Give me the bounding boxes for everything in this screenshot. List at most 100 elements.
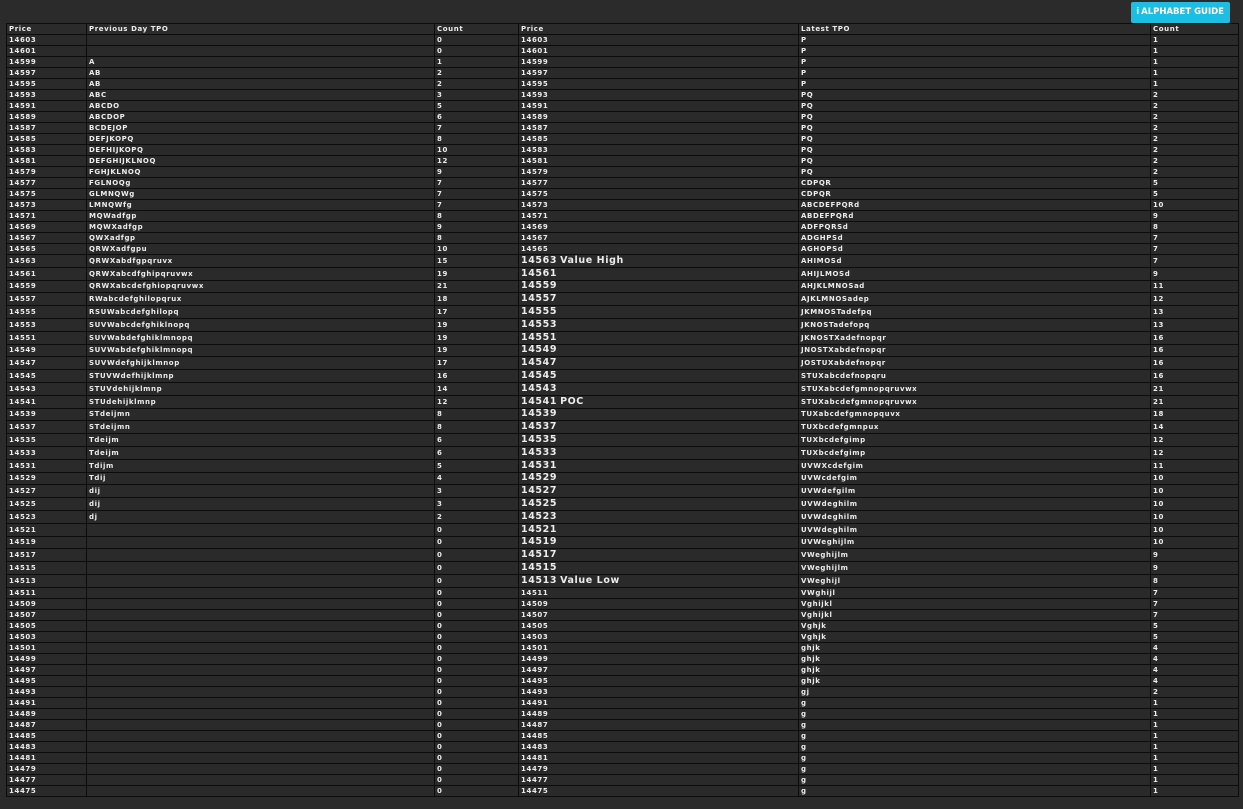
- price-latest-value: 14509: [521, 599, 549, 608]
- table-row: 14499 0 14499 ghjk 4: [6, 652, 1239, 665]
- price-latest-value: 14603: [521, 36, 549, 44]
- price-latest-value: 14599: [521, 58, 549, 66]
- previous-tpo-cell: [86, 561, 435, 575]
- count-latest-cell: 9: [1150, 210, 1239, 222]
- price-latest-value: 14547: [521, 357, 558, 369]
- price-latest-value: 14523: [521, 510, 558, 522]
- latest-tpo-cell: CDPQR: [798, 177, 1151, 189]
- previous-tpo-cell: QRWXabdfgpqruvx: [86, 254, 435, 268]
- latest-tpo-cell: g: [798, 740, 1151, 753]
- latest-tpo-cell: Vghijkl: [798, 608, 1151, 621]
- tpo-table-body: 14603 0 14603 P 1 14601 0 14601 P 1 14599 A 1 14599 P 1…: [6, 34, 1239, 797]
- previous-tpo-cell: [86, 663, 435, 676]
- count-latest-cell: 12: [1150, 445, 1239, 460]
- table-row: 14583 DEFHIJKOPQ 10 14583 PQ 2: [6, 144, 1239, 156]
- price-previous-cell: 14597: [6, 67, 87, 79]
- latest-tpo-cell: P: [798, 56, 1151, 68]
- previous-tpo-cell: DEFGHIJKLNOQ: [86, 155, 435, 167]
- price-previous-cell: 14495: [6, 674, 87, 687]
- alphabet-guide-button[interactable]: i ALPHABET GUIDE: [1131, 2, 1230, 23]
- price-latest-value: 14513: [521, 574, 558, 586]
- count-previous-cell: 12: [434, 155, 519, 167]
- price-latest-value: 14479: [521, 764, 549, 773]
- count-latest-cell: 5: [1150, 630, 1239, 643]
- count-previous-cell: 6: [434, 445, 519, 460]
- latest-tpo-cell: AHIJLMOSd: [798, 266, 1151, 281]
- latest-tpo-cell: CDPQR: [798, 188, 1151, 200]
- table-row: 14491 0 14491 g 1: [6, 696, 1239, 709]
- price-latest-cell: 14561: [518, 266, 799, 281]
- price-previous-cell: 14481: [6, 751, 87, 764]
- table-row: 14561 QRWXabcdfghipqruvwx 19 14561 AHIJLMOSd…: [6, 266, 1239, 281]
- count-latest-cell: 2: [1150, 144, 1239, 156]
- count-previous-cell: 7: [434, 199, 519, 211]
- count-latest-cell: 2: [1150, 166, 1239, 178]
- price-latest-value: 14503: [521, 632, 549, 641]
- latest-tpo-cell: ghjk: [798, 641, 1151, 654]
- table-row: 14581 DEFGHIJKLNOQ 12 14581 PQ 2: [6, 155, 1239, 167]
- price-latest-cell: 14531: [518, 458, 799, 473]
- count-latest-cell: 14: [1150, 420, 1239, 435]
- table-row: 14479 0 14479 g 1: [6, 762, 1239, 775]
- count-previous-cell: 9: [434, 221, 519, 233]
- price-previous-cell: 14497: [6, 663, 87, 676]
- price-latest-cell: 14563 Value High: [518, 254, 799, 268]
- price-latest-cell: 14583: [518, 144, 799, 156]
- count-previous-cell: 0: [434, 630, 519, 643]
- price-latest-cell: 14483: [518, 740, 799, 753]
- table-row: 14475 0 14475 g 1: [6, 784, 1239, 797]
- latest-tpo-cell: UVWdeghilm: [798, 497, 1151, 511]
- info-icon: i: [1136, 7, 1140, 17]
- count-previous-cell: 8: [434, 232, 519, 244]
- count-previous-cell: 8: [434, 420, 519, 435]
- price-latest-cell: 14567: [518, 232, 799, 244]
- count-latest-cell: 18: [1150, 407, 1239, 422]
- previous-tpo-cell: ABCDO: [86, 100, 435, 112]
- latest-tpo-cell: VWeghijl: [798, 573, 1151, 588]
- price-previous-cell: 14489: [6, 707, 87, 720]
- latest-tpo-cell: TUXbcdefgimp: [798, 433, 1151, 447]
- table-row: 14477 0 14477 g 1: [6, 773, 1239, 786]
- latest-tpo-cell: AJKLMNOSadep: [798, 292, 1151, 307]
- column-header-price-latest: Price: [518, 23, 799, 35]
- table-row: 14523 dj 2 14523 UVWdeghilm 10: [6, 509, 1239, 524]
- count-latest-cell: 11: [1150, 458, 1239, 473]
- price-latest-value: 14525: [521, 498, 558, 510]
- price-latest-cell: 14595: [518, 78, 799, 90]
- price-latest-cell: 14537: [518, 420, 799, 435]
- price-previous-cell: 14533: [6, 445, 87, 460]
- price-latest-value: 14569: [521, 223, 549, 231]
- column-header-latest-tpo: Latest TPO: [798, 23, 1151, 35]
- latest-tpo-cell: PQ: [798, 122, 1151, 134]
- price-previous-cell: 14569: [6, 221, 87, 233]
- price-latest-value: 14491: [521, 698, 549, 707]
- previous-tpo-cell: dij: [86, 497, 435, 511]
- table-row: 14519 0 14519 UVWeghijlm 10: [6, 535, 1239, 550]
- count-latest-cell: 9: [1150, 548, 1239, 563]
- count-latest-cell: 7: [1150, 243, 1239, 255]
- count-previous-cell: 8: [434, 133, 519, 145]
- price-latest-value: 14535: [521, 434, 558, 446]
- count-previous-cell: 0: [434, 674, 519, 687]
- table-row: 14601 0 14601 P 1: [6, 45, 1239, 57]
- price-latest-value: 14481: [521, 753, 549, 762]
- count-latest-cell: 2: [1150, 89, 1239, 101]
- count-previous-cell: 0: [434, 45, 519, 57]
- latest-tpo-cell: P: [798, 67, 1151, 79]
- table-row: 14555 RSUWabcdefghilopq 17 14555 JKMNOSTadef…: [6, 305, 1239, 319]
- table-row: 14549 SUVWabdefghiklmnopq 19 14549 JNOSTXabd…: [6, 343, 1239, 358]
- price-latest-value: 14585: [521, 135, 549, 143]
- previous-tpo-cell: [86, 641, 435, 654]
- previous-tpo-cell: ABCDOP: [86, 111, 435, 123]
- previous-tpo-cell: MQWadfgp: [86, 210, 435, 222]
- price-latest-value: 14515: [521, 562, 558, 574]
- count-previous-cell: 8: [434, 210, 519, 222]
- price-previous-cell: 14477: [6, 773, 87, 786]
- table-row: 14507 0 14507 Vghijkl 7: [6, 608, 1239, 621]
- price-previous-cell: 14551: [6, 330, 87, 345]
- count-previous-cell: 7: [434, 188, 519, 200]
- price-latest-cell: 14533: [518, 445, 799, 460]
- price-previous-cell: 14537: [6, 420, 87, 435]
- count-latest-cell: 5: [1150, 619, 1239, 632]
- previous-tpo-cell: [86, 751, 435, 764]
